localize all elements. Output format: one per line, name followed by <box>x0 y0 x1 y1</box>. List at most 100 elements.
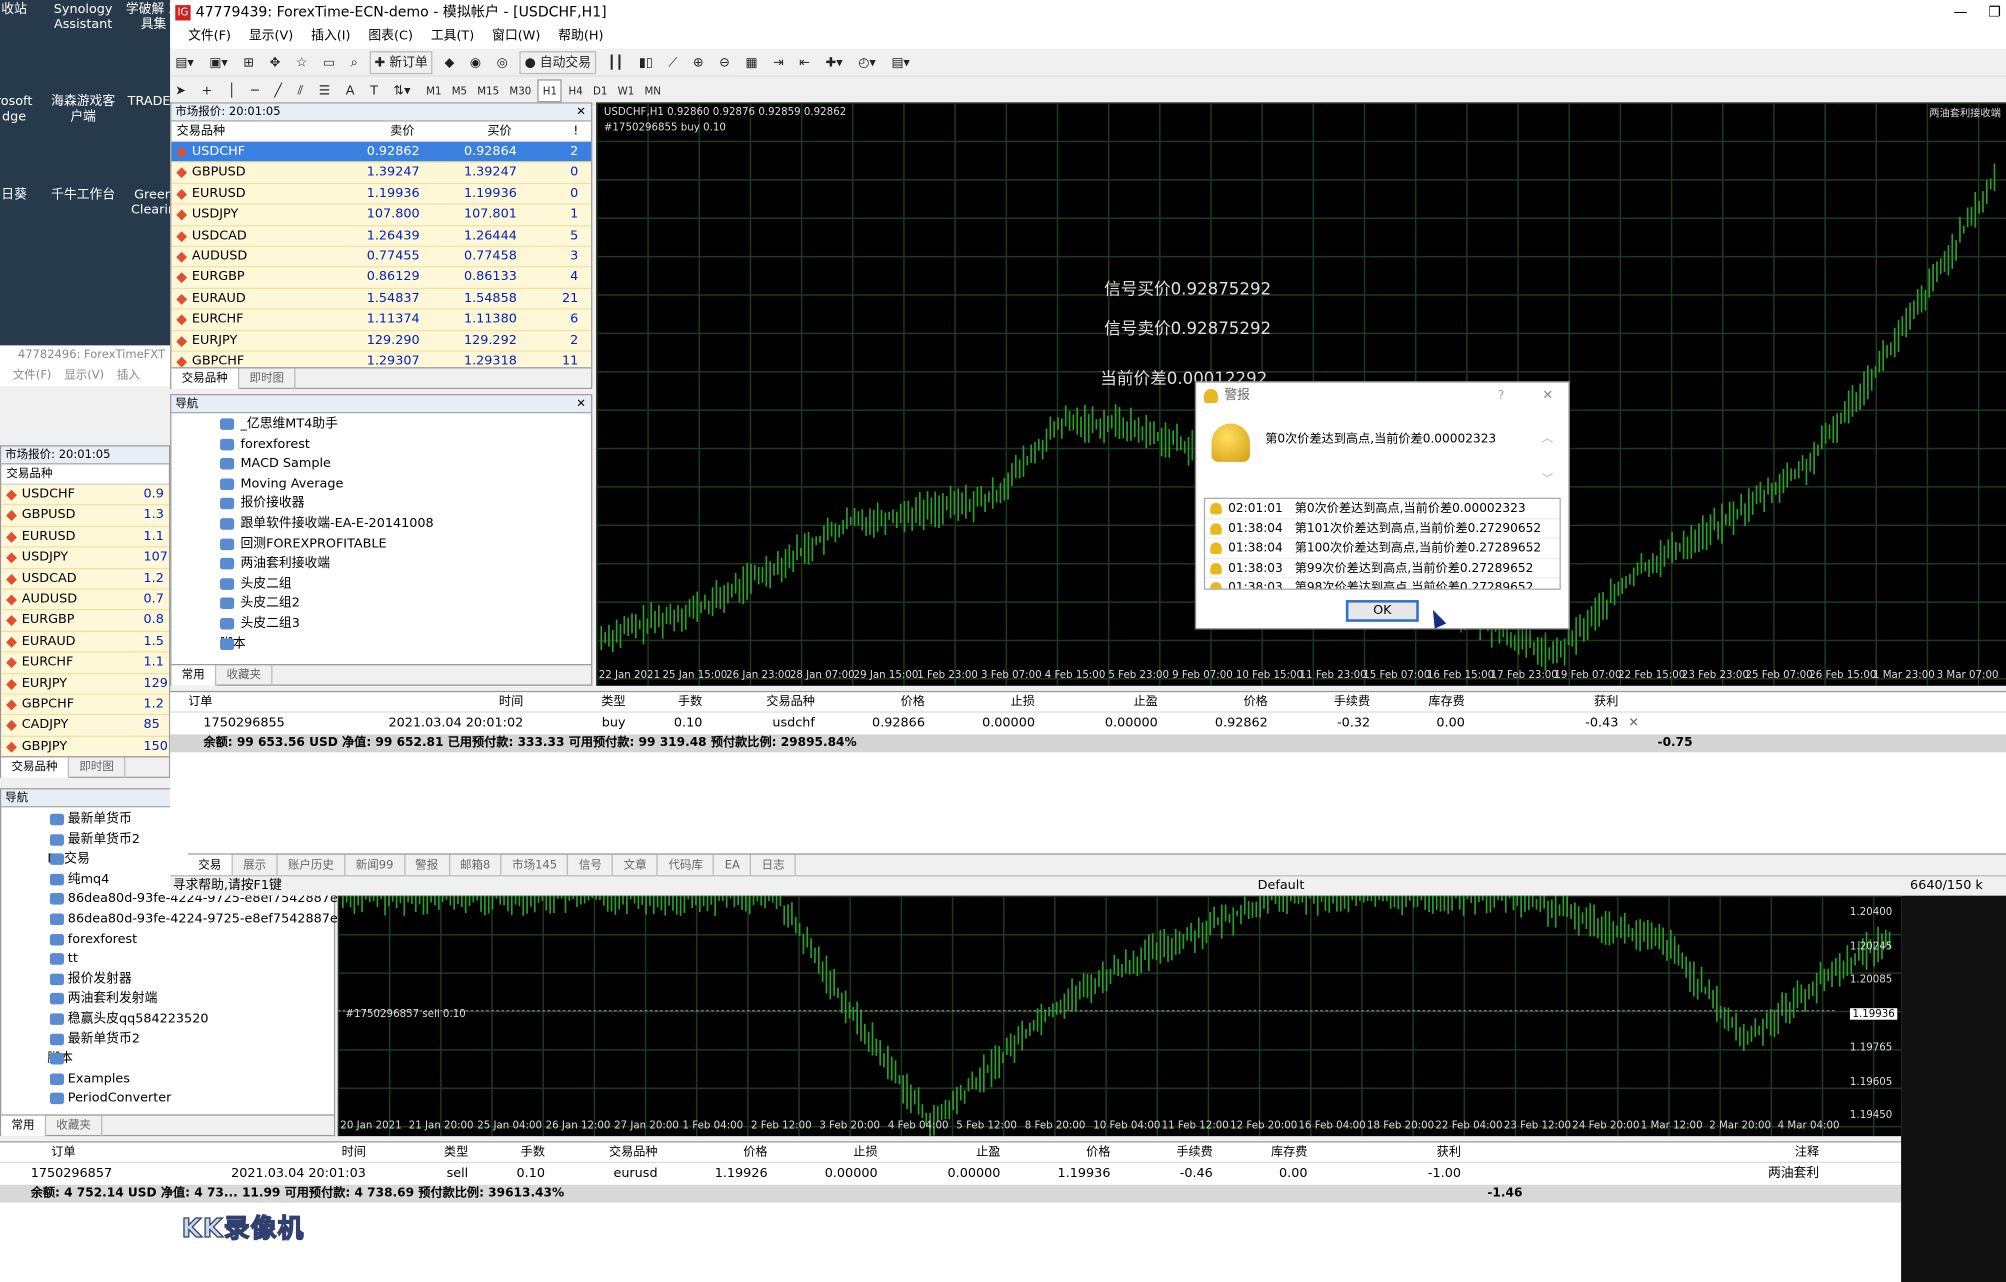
hline-icon[interactable]: ─ <box>247 81 262 104</box>
timeframe-W1[interactable]: W1 <box>614 81 638 104</box>
navigator-item[interactable]: 头皮二组 <box>171 574 591 594</box>
bg-chart[interactable]: #1750296857 sell 0.10 1.20400 1.20245 1.20… <box>337 895 1902 1137</box>
navigator-item[interactable]: forexforest <box>171 434 591 454</box>
market-row[interactable]: EURGBP 0.86129 0.86133 4 <box>171 267 592 289</box>
bg-market-row[interactable]: GBPJPY 150 <box>1 736 169 758</box>
menu-5[interactable]: 窗口(W) <box>492 29 540 43</box>
market-row[interactable]: EURCHF 1.11374 1.11380 6 <box>171 309 592 331</box>
bg-navigator-item[interactable]: 两油套利发射端 <box>1 989 334 1009</box>
minimize-icon[interactable]: — <box>1954 0 1968 26</box>
autoscroll-icon[interactable]: ⇥ <box>769 52 787 75</box>
tester-icon[interactable]: ⌕ <box>347 52 362 75</box>
bar-chart-icon[interactable]: ┃┃ <box>604 52 627 75</box>
tab-0[interactable]: 交易品种 <box>171 368 240 389</box>
bg-nav-tab-0[interactable]: 常用 <box>1 1115 47 1137</box>
profiles-button[interactable]: ▣▾ <box>205 52 231 75</box>
bg-tab-1[interactable]: 即时图 <box>69 757 126 778</box>
bg-navigator-item[interactable]: PeriodConverter <box>1 1089 334 1109</box>
market-watch-icon[interactable]: ⊞ <box>240 52 258 75</box>
menu-3[interactable]: 图表(C) <box>368 29 413 43</box>
chevron-up-icon[interactable]: ︿ <box>1542 429 1554 445</box>
bg-market-row[interactable]: USDJPY 107 <box>1 547 169 569</box>
market-row[interactable]: EURJPY 129.290 129.292 2 <box>171 330 592 352</box>
help-icon[interactable]: ? <box>1498 383 1505 411</box>
text-icon[interactable]: A <box>342 81 358 104</box>
navigator-item[interactable]: 两油套利接收端 <box>171 554 591 574</box>
alert-row[interactable]: 01:38:03 第98次价差达到高点,当前价差0.27289652 <box>1205 578 1559 589</box>
zoom-in-icon[interactable]: ⊕ <box>689 52 707 75</box>
navigator-item[interactable]: Moving Average <box>171 474 591 494</box>
chevron-down-icon[interactable]: ﹀ <box>1542 470 1554 486</box>
nav-tab-0[interactable]: 常用 <box>171 665 217 686</box>
ok-button[interactable]: OK <box>1345 600 1419 622</box>
market-row[interactable]: GBPCHF 1.29307 1.29318 11 <box>171 351 592 368</box>
alert-row[interactable]: 01:38:04 第100次价差达到高点,当前价差0.27289652 <box>1205 539 1560 559</box>
timeframe-M30[interactable]: M30 <box>506 81 536 104</box>
alert-row[interactable]: 01:38:04 第101次价差达到高点,当前价差0.27290652 <box>1205 519 1560 539</box>
fibo-icon[interactable]: ☰ <box>315 81 334 104</box>
timeframe-H1[interactable]: H1 <box>537 79 563 103</box>
vline-icon[interactable]: │ <box>224 81 239 104</box>
navigator-item[interactable]: 跟单软件接收端-EA-E-20141008 <box>171 514 591 534</box>
timeframe-M5[interactable]: M5 <box>448 81 471 104</box>
bg-market-row[interactable]: GBPUSD 1.3 <box>1 505 169 527</box>
bg-market-row[interactable]: EURCHF 1.1 <box>1 652 169 674</box>
chart-shift-icon[interactable]: ⇤ <box>795 52 813 75</box>
navigator-item[interactable]: 脚本 <box>171 634 591 654</box>
navigator-item[interactable]: 回测FOREXPROFITABLE <box>171 534 591 554</box>
line-chart-icon[interactable]: ⟋ <box>665 52 682 75</box>
label-icon[interactable]: T <box>366 81 381 104</box>
timeframe-MN[interactable]: MN <box>641 81 665 104</box>
periods-icon[interactable]: ◴▾ <box>854 52 879 75</box>
crosshair-icon[interactable]: ✥ <box>266 52 284 75</box>
menu-2[interactable]: 插入(I) <box>311 29 350 43</box>
desktop-icon[interactable]: Synology Assistant <box>51 3 115 34</box>
channel-icon[interactable]: ⫽ <box>294 81 307 104</box>
nav-tab-1[interactable]: 收藏夹 <box>216 665 273 686</box>
market-row[interactable]: EURAUD 1.54837 1.54858 21 <box>171 288 592 310</box>
bg-navigator-item[interactable]: 脚本 <box>1 1049 334 1069</box>
alert-row[interactable]: 02:01:01 第0次价差达到高点,当前价差0.00002323 <box>1205 499 1560 519</box>
bg-navigator-item[interactable]: 报价发射器 <box>1 969 334 989</box>
arrows-icon[interactable]: ⇅▾ <box>390 81 415 104</box>
timeframe-M1[interactable]: M1 <box>422 81 445 104</box>
order-row[interactable]: 1750296855 2021.03.04 20:01:02 buy 0.10 usdc… <box>170 713 2006 735</box>
metaeditor-icon[interactable]: ◆ <box>441 52 459 75</box>
market-row[interactable]: EURUSD 1.19936 1.19936 0 <box>171 183 592 205</box>
desktop-icon[interactable]: 日葵 <box>0 188 46 203</box>
navigator-item[interactable]: MACD Sample <box>171 454 591 474</box>
desktop-icon[interactable]: 海森游戏客户端 <box>51 95 115 126</box>
bg-market-row[interactable]: GBPCHF 1.2 <box>1 694 169 716</box>
desktop-icon[interactable]: 千牛工作台 <box>51 188 115 203</box>
bg-navigator-item[interactable]: 最新单货币2 <box>1 1029 334 1049</box>
new-chart-button[interactable]: ▤▾ <box>171 52 197 75</box>
trendline-icon[interactable]: ╱ <box>270 81 285 104</box>
terminal-icon[interactable]: ▭ <box>319 52 339 75</box>
auto-trade-button[interactable]: ● 自动交易 <box>519 51 597 75</box>
new-order-button[interactable]: ✚ 新订单 <box>369 51 433 75</box>
timeframe-H4[interactable]: H4 <box>565 81 587 104</box>
signals-icon[interactable]: ◉ <box>466 52 485 75</box>
alert-row[interactable]: 01:38:03 第99次价差达到高点,当前价差0.27289652 <box>1205 558 1560 579</box>
close-icon[interactable]: ✕ <box>1542 383 1553 411</box>
bg-navigator-item[interactable]: forexforest <box>1 930 334 950</box>
cross-icon[interactable]: + <box>198 81 216 104</box>
menu-4[interactable]: 工具(T) <box>431 29 474 43</box>
bg-market-row[interactable]: EURJPY 129 <box>1 673 169 695</box>
bg-menu-1[interactable]: 显示(V) <box>64 366 104 386</box>
market-row[interactable]: USDJPY 107.800 107.801 1 <box>171 204 592 226</box>
market-row[interactable]: GBPUSD 1.39247 1.39247 0 <box>171 162 592 184</box>
close-icon[interactable]: ✕ <box>576 395 586 413</box>
timeframe-D1[interactable]: D1 <box>589 81 611 104</box>
indicators-icon[interactable]: ✚▾ <box>822 52 847 75</box>
bg-market-row[interactable]: EURAUD 1.5 <box>1 631 169 653</box>
market-icon[interactable]: ◎ <box>493 52 512 75</box>
menu-0[interactable]: 文件(F) <box>188 29 231 43</box>
desktop-icon[interactable]: rosoft dge <box>0 95 46 126</box>
navigator-item[interactable]: 头皮二组2 <box>171 594 591 614</box>
restore-icon[interactable]: ❐ <box>1988 0 2001 26</box>
zoom-out-icon[interactable]: ⊖ <box>715 52 733 75</box>
bg-menu-0[interactable]: 文件(F) <box>13 366 52 386</box>
bg-navigator-item[interactable]: Examples <box>1 1069 334 1089</box>
market-row[interactable]: USDCAD 1.26439 1.26444 5 <box>171 225 592 247</box>
